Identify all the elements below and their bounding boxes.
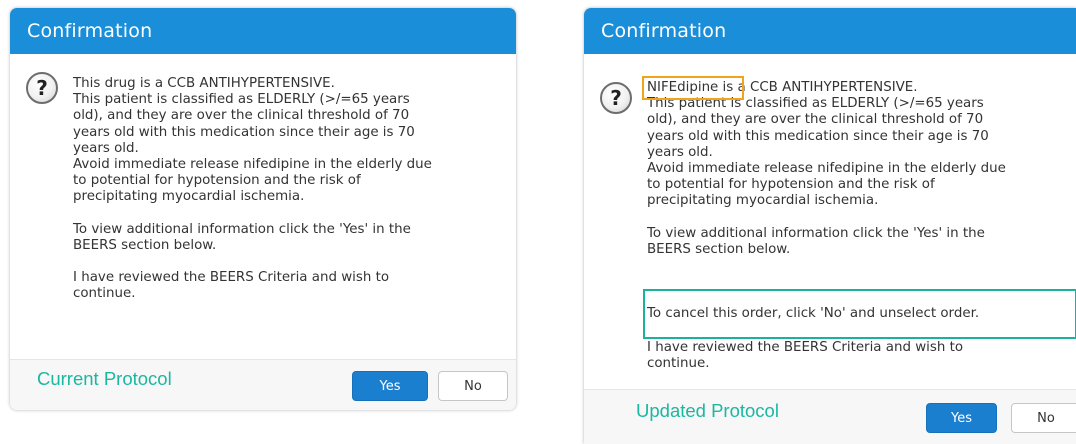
message-line: to potential for hypotension and the ris… xyxy=(647,177,935,193)
message-line: Avoid immediate release nifedipine in th… xyxy=(647,160,1006,176)
message-line: continue. xyxy=(647,356,710,372)
dialog-footer: Updated Protocol Yes No xyxy=(584,389,1076,444)
message-line: years old with this medication since the… xyxy=(73,124,415,140)
dialog-title-bar: Confirmation xyxy=(584,8,1076,54)
message-line xyxy=(647,210,1076,226)
message-line: This patient is classified as ELDERLY (>… xyxy=(73,92,410,108)
message-line: to potential for hypotension and the ris… xyxy=(73,173,361,189)
protocol-label: Updated Protocol xyxy=(636,400,779,421)
message-line: This drug is a CCB ANTIHYPERTENSIVE. xyxy=(73,76,335,91)
protocol-label: Current Protocol xyxy=(37,368,172,389)
drug-class-text: is a CCB ANTIHYPERTENSIVE. xyxy=(718,80,918,95)
message-line: years old. xyxy=(73,140,139,156)
message-line xyxy=(73,254,503,270)
no-button[interactable]: No xyxy=(438,371,508,401)
cancel-instruction-highlight xyxy=(643,289,1076,339)
message-line: To view additional information click the… xyxy=(73,221,411,237)
message-line: Avoid immediate release nifedipine in th… xyxy=(73,156,432,172)
confirmation-dialog-updated: Confirmation ? NIFEdipine is a CCB ANTIH… xyxy=(584,8,1076,444)
message-line xyxy=(73,206,503,222)
confirmation-dialog-current: Confirmation ? This drug is a CCB ANTIHY… xyxy=(10,8,516,410)
message-body: This patient is classified as ELDERLY (>… xyxy=(647,96,1076,258)
dialog-title: Confirmation xyxy=(27,20,153,42)
message-line: precipitating myocardial ischemia. xyxy=(73,189,305,205)
review-statement: I have reviewed the BEERS Criteria and w… xyxy=(647,340,1076,372)
message-line: years old. xyxy=(647,144,713,160)
message-line: precipitating myocardial ischemia. xyxy=(647,193,879,209)
dialog-message: This drug is a CCB ANTIHYPERTENSIVE. This… xyxy=(73,76,503,303)
question-circle-icon: ? xyxy=(26,72,58,104)
message-line: I have reviewed the BEERS Criteria and w… xyxy=(73,270,390,286)
drug-name-highlight xyxy=(642,76,744,100)
message-line: continue. xyxy=(73,286,136,302)
message-line: years old with this medication since the… xyxy=(647,128,989,144)
message-line: To view additional information click the… xyxy=(647,225,985,241)
message-line: BEERS section below. xyxy=(73,237,217,253)
yes-button[interactable]: Yes xyxy=(926,403,997,433)
dialog-footer: Current Protocol Yes No xyxy=(10,359,516,410)
dialog-title: Confirmation xyxy=(601,20,727,42)
message-line: BEERS section below. xyxy=(647,241,791,257)
no-button[interactable]: No xyxy=(1011,403,1076,433)
dialog-title-bar: Confirmation xyxy=(10,8,516,54)
yes-button[interactable]: Yes xyxy=(352,371,428,401)
message-line: old), and they are over the clinical thr… xyxy=(647,112,984,128)
message-line: old), and they are over the clinical thr… xyxy=(73,108,410,124)
dialog-message: NIFEdipine is a CCB ANTIHYPERTENSIVE. Th… xyxy=(647,80,1076,258)
question-circle-icon: ? xyxy=(600,82,632,114)
message-line: I have reviewed the BEERS Criteria and w… xyxy=(647,340,964,355)
